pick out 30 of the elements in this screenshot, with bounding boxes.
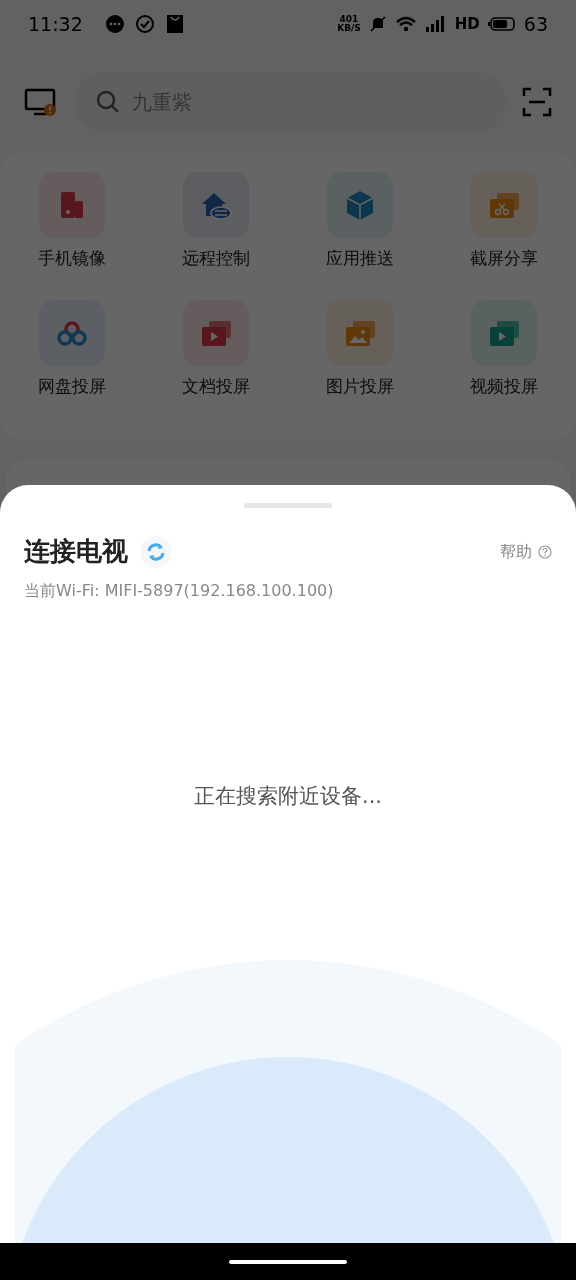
wifi-info: 当前Wi-Fi: MIFI-5897(192.168.100.100) (23, 580, 335, 602)
feature-tile[interactable]: 远程控制 (144, 172, 288, 272)
search-icon (96, 90, 120, 114)
signal-icon (424, 15, 447, 33)
feature-tile[interactable]: 截屏分享 (432, 172, 576, 272)
drag-handle[interactable] (244, 503, 332, 508)
searching-status: 正在搜索附近设备... (194, 783, 382, 810)
network-type: HD (454, 13, 480, 35)
feature-tile[interactable]: 图片投屏 (288, 299, 432, 399)
feature-tile[interactable]: 文档投屏 (144, 299, 288, 399)
wifi-icon (394, 15, 417, 33)
chat-bubble-icon (104, 14, 125, 34)
home-indicator[interactable] (229, 1259, 347, 1264)
feature-tile[interactable]: 应用推送 (288, 172, 432, 272)
refresh-icon[interactable] (140, 535, 172, 568)
feature-tile[interactable]: 视频投屏 (432, 299, 576, 399)
check-circle-icon (134, 14, 155, 34)
question-icon (538, 544, 552, 559)
feature-tile[interactable]: 网盘投屏 (0, 299, 144, 399)
battery-level: 63 (523, 11, 548, 37)
status-time: 11:32 (28, 11, 83, 37)
feature-tile[interactable]: 手机镜像 (0, 172, 144, 272)
scan-icon[interactable] (522, 87, 552, 117)
tv-icon[interactable] (24, 87, 58, 117)
shopping-bag-icon (164, 14, 185, 34)
help-link[interactable]: 帮助 (500, 539, 552, 564)
sheet-title: 连接电视 (24, 535, 128, 568)
bell-muted-icon (368, 15, 387, 33)
battery-icon (487, 16, 516, 32)
network-speed: 401 KB/S (337, 15, 361, 33)
